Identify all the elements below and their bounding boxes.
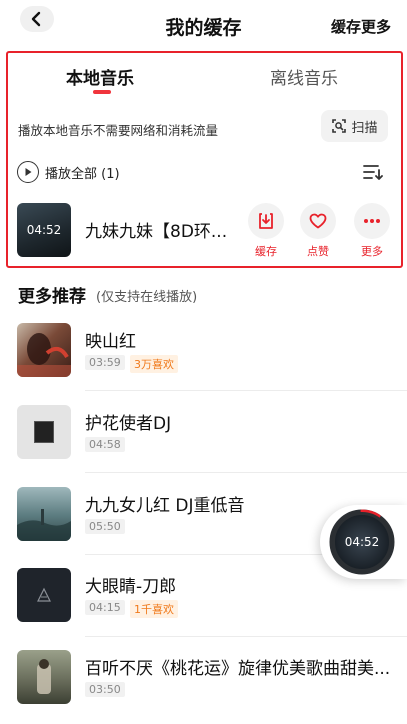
song-duration: 03:50 — [85, 682, 125, 697]
list-item[interactable]: 百听不厌《桃花运》旋律优美歌曲甜美... 03:50 — [17, 650, 407, 706]
cache-action-button[interactable]: 缓存 — [246, 203, 286, 259]
tab-indicator — [93, 90, 111, 94]
local-song-cover: 04:52 — [17, 203, 71, 257]
play-circle-icon — [17, 161, 39, 183]
song-duration: 04:15 — [85, 600, 125, 615]
song-title: 护花使者DJ — [85, 414, 172, 434]
mini-player[interactable]: 04:52 — [320, 505, 407, 579]
divider — [85, 390, 407, 391]
song-title: 百听不厌《桃花运》旋律优美歌曲甜美... — [85, 659, 391, 679]
play-all-label: 播放全部 (1) — [45, 166, 120, 182]
more-icon — [364, 219, 380, 223]
scan-icon — [332, 119, 347, 133]
mini-player-disc: 04:52 — [332, 512, 392, 572]
download-icon — [259, 213, 273, 229]
song-cover — [17, 650, 71, 704]
list-item[interactable]: 护花使者DJ 04:58 — [17, 405, 407, 461]
local-song-title: 九妹九妹【8D环... — [85, 222, 228, 242]
song-cover — [17, 568, 71, 622]
cache-action-label: 缓存 — [255, 245, 277, 258]
more-action-label: 更多 — [361, 245, 383, 258]
divider — [85, 472, 407, 473]
cache-more-link[interactable]: 缓存更多 — [331, 16, 391, 37]
song-cover — [17, 323, 71, 377]
like-action-button[interactable]: 点赞 — [298, 203, 338, 259]
mini-player-time: 04:52 — [344, 535, 380, 549]
piano-icon — [37, 587, 51, 602]
song-title: 映山红 — [85, 332, 136, 352]
scan-button[interactable]: 扫描 — [321, 110, 388, 142]
tab-offline-music[interactable]: 离线音乐 — [270, 64, 338, 89]
song-cover — [17, 487, 71, 541]
song-title: 大眼睛-刀郎 — [85, 577, 177, 597]
song-duration: 03:59 — [85, 355, 125, 370]
sort-icon[interactable] — [362, 162, 384, 182]
song-duration: 05:50 — [85, 519, 125, 534]
recommend-subtitle: (仅支持在线播放) — [96, 290, 198, 305]
scan-label: 扫描 — [351, 120, 378, 136]
recommend-title: 更多推荐 — [18, 287, 86, 307]
song-duration: 04:58 — [85, 437, 125, 452]
info-text: 播放本地音乐不需要网络和消耗流量 — [18, 123, 219, 138]
local-cover-time: 04:52 — [26, 223, 62, 237]
likes-badge: 3万喜欢 — [130, 355, 178, 373]
song-cover — [17, 405, 71, 459]
song-title: 九九女儿红 DJ重低音 — [85, 496, 245, 516]
like-action-label: 点赞 — [307, 245, 329, 258]
heart-icon — [309, 213, 327, 229]
play-all-button[interactable]: 播放全部 (1) — [17, 161, 120, 183]
more-action-button[interactable]: 更多 — [352, 203, 392, 259]
header: 我的缓存 缓存更多 — [0, 0, 407, 50]
list-item[interactable]: 映山红 03:59 3万喜欢 — [17, 323, 407, 379]
tab-local-music[interactable]: 本地音乐 — [66, 64, 134, 89]
likes-badge: 1千喜欢 — [130, 600, 178, 618]
local-song-row[interactable]: 04:52 九妹九妹【8D环... 缓存 点赞 更多 — [17, 203, 397, 261]
divider — [85, 636, 407, 637]
